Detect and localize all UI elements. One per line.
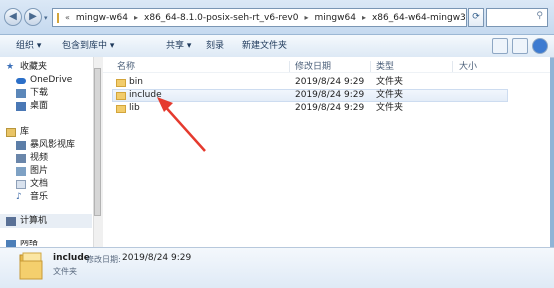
nav-label: 桌面 (30, 101, 49, 111)
nav-label: OneDrive (30, 75, 73, 85)
library-icon (6, 128, 16, 137)
computer-icon (6, 217, 16, 226)
file-name: lib (129, 103, 140, 113)
details-modified-label: 修改日期: (86, 255, 121, 264)
chevron-right-icon: « (65, 13, 70, 22)
view-options-icon[interactable] (492, 38, 508, 54)
nav-item-pictures[interactable]: 图片 (16, 165, 48, 178)
details-modified: 2019/8/24 9:29 (122, 253, 192, 263)
search-icon: ⚲ (536, 11, 543, 21)
nav-label: 下载 (30, 88, 49, 98)
breadcrumb-item[interactable]: mingw-w64 (73, 13, 131, 23)
help-icon[interactable] (532, 38, 548, 54)
nav-item-onedrive[interactable]: OneDrive (16, 74, 72, 87)
forward-button[interactable]: ▶ (24, 8, 42, 26)
refresh-button[interactable]: ⟳ (468, 8, 484, 27)
chevron-right-icon[interactable]: ▸ (301, 13, 311, 22)
details-name: include (53, 253, 90, 263)
table-row[interactable]: lib 2019/8/24 9:29 文件夹 (112, 102, 508, 115)
file-modified: 2019/8/24 9:29 (295, 90, 365, 100)
folder-icon (116, 79, 126, 87)
table-row[interactable]: include 2019/8/24 9:29 文件夹 (112, 89, 508, 102)
address-input[interactable]: « mingw-w64 ▸ x86_64-8.1.0-posix-seh-rt_… (52, 8, 467, 27)
breadcrumb-item[interactable]: x86_64-8.1.0-posix-seh-rt_v6-rev0 (141, 13, 301, 23)
file-name: bin (129, 77, 143, 87)
music-icon: ♪ (16, 192, 22, 202)
desktop-icon (16, 102, 26, 111)
nav-item-desktop[interactable]: 桌面 (16, 100, 48, 113)
view-controls (492, 38, 548, 54)
nav-item-favorites[interactable]: ★ 收藏夹 (6, 61, 47, 74)
file-type: 文件夹 (376, 90, 404, 100)
nav-label: 计算机 (20, 216, 48, 226)
search-input[interactable]: ⚲ (486, 8, 548, 27)
include-in-library-button[interactable]: 包含到库中 ▾ (62, 35, 114, 57)
video-icon (16, 154, 26, 163)
burn-button[interactable]: 刻录 (206, 35, 224, 57)
table-row[interactable]: bin 2019/8/24 9:29 文件夹 (112, 76, 508, 89)
nav-item-network[interactable]: 网络 (6, 240, 38, 247)
video-library-icon (16, 141, 26, 150)
folder-icon (19, 252, 43, 280)
preview-pane-icon[interactable] (512, 38, 528, 54)
breadcrumb-item[interactable]: x86_64-w64-mingw32 (369, 13, 466, 23)
nav-label: 库 (20, 127, 30, 137)
nav-label: 文档 (30, 179, 49, 189)
network-icon (6, 240, 16, 247)
picture-icon (16, 167, 26, 176)
nav-item-documents[interactable]: 文档 (16, 178, 48, 191)
nav-label: 视频 (30, 153, 49, 163)
nav-item-downloads[interactable]: 下载 (16, 87, 48, 100)
download-folder-icon (16, 89, 26, 98)
file-type: 文件夹 (376, 103, 404, 113)
recent-dropdown-icon[interactable]: ▾ (44, 14, 48, 22)
chevron-right-icon[interactable]: ▸ (359, 13, 369, 22)
file-modified: 2019/8/24 9:29 (295, 103, 365, 113)
nav-item-music[interactable]: ♪ 音乐 (16, 191, 48, 204)
file-modified: 2019/8/24 9:29 (295, 77, 365, 87)
nav-item-computer[interactable]: 计算机 (6, 215, 47, 228)
header-divider (103, 72, 550, 73)
file-type: 文件夹 (376, 77, 404, 87)
nav-item-libraries[interactable]: 库 (6, 126, 29, 139)
nav-item-storm-video[interactable]: 暴风影视库 (16, 139, 75, 152)
nav-label: 图片 (30, 166, 49, 176)
nav-item-videos[interactable]: 视频 (16, 152, 48, 165)
folder-icon (116, 92, 126, 100)
star-icon: ★ (6, 62, 15, 72)
file-name: include (129, 90, 162, 100)
back-button[interactable]: ◀ (4, 8, 22, 26)
nav-label: 音乐 (30, 192, 49, 202)
organize-button[interactable]: 组织 ▾ (16, 35, 41, 57)
details-type: 文件夹 (53, 267, 77, 276)
cloud-icon (16, 77, 26, 84)
folder-icon (57, 12, 59, 23)
new-folder-button[interactable]: 新建文件夹 (242, 35, 287, 57)
chevron-right-icon[interactable]: ▸ (131, 13, 141, 22)
nav-label: 网络 (20, 240, 39, 247)
breadcrumb-item[interactable]: mingw64 (311, 13, 359, 23)
folder-icon (116, 105, 126, 113)
document-icon (16, 180, 26, 189)
nav-label: 收藏夹 (20, 62, 48, 72)
nav-label: 暴风影视库 (30, 140, 76, 150)
share-button[interactable]: 共享 ▾ (166, 35, 191, 57)
nav-scrollbar-thumb[interactable] (94, 68, 101, 216)
